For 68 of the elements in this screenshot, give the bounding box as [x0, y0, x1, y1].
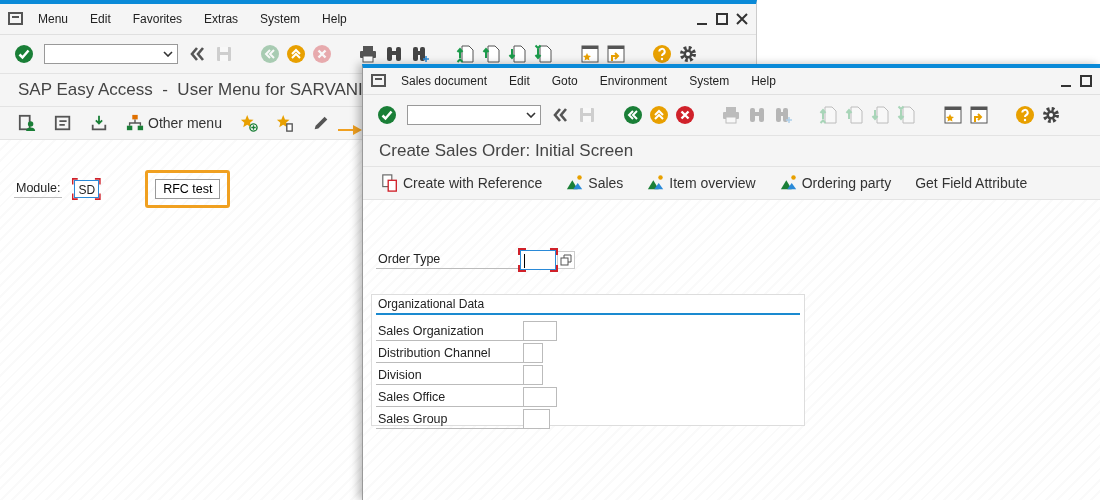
shortcut-icon[interactable] [969, 105, 989, 125]
menu-item[interactable]: Edit [509, 74, 530, 88]
toolbar-button[interactable]: Create with Reference [381, 174, 543, 192]
shortcut-icon[interactable] [606, 44, 626, 64]
input-field[interactable] [523, 321, 557, 341]
maximize-icon[interactable] [1080, 75, 1092, 87]
field-label: Module: [14, 180, 63, 198]
mountain-icon [566, 174, 585, 192]
menu-item[interactable]: Menu [38, 12, 69, 26]
page-next-icon[interactable] [508, 44, 528, 64]
menu-item[interactable]: Extras [204, 12, 239, 26]
help-icon[interactable] [1015, 105, 1035, 125]
menu-item[interactable]: System [260, 12, 301, 26]
star-delete-icon [275, 114, 294, 132]
menu-item[interactable]: Environment [599, 74, 668, 88]
page-last-icon[interactable] [534, 44, 554, 64]
check-icon[interactable] [14, 44, 34, 64]
menu-item[interactable]: Edit [90, 12, 111, 26]
sap-menu-icon [54, 114, 72, 132]
settings-icon[interactable] [1041, 105, 1061, 125]
input-field[interactable] [523, 343, 543, 363]
download-icon [90, 114, 108, 132]
user-menu-icon [18, 114, 36, 132]
toolbar-button[interactable]: Other menu [126, 114, 222, 132]
new-session-icon[interactable] [943, 105, 963, 125]
input-field[interactable] [523, 387, 557, 407]
toolbar-button[interactable]: Ordering party [779, 174, 892, 192]
command-field[interactable] [407, 105, 541, 125]
annotation-arrow [338, 125, 362, 135]
input-field[interactable]: SD [74, 180, 100, 198]
toolbar-button[interactable]: Item overview [647, 174, 756, 192]
input-field[interactable] [523, 365, 543, 385]
find-next-icon[interactable] [410, 44, 430, 64]
menu-icon[interactable] [371, 74, 387, 88]
input-field[interactable] [520, 250, 556, 270]
toolbar-button[interactable]: Sales [566, 174, 624, 192]
page-first-icon[interactable] [456, 44, 476, 64]
value-help-icon[interactable] [557, 251, 575, 269]
nav-up-icon[interactable] [649, 105, 669, 125]
mountain-icon [647, 174, 666, 192]
menu-item[interactable]: System [689, 74, 730, 88]
new-session-icon[interactable] [580, 44, 600, 64]
input-field[interactable] [523, 409, 550, 429]
help-icon[interactable] [652, 44, 672, 64]
maximize-icon[interactable] [716, 13, 728, 25]
menu-icon[interactable] [8, 12, 24, 26]
hierarchy-icon [126, 114, 144, 132]
document-icon [381, 174, 399, 192]
toolbar-button[interactable]: Get Field Attribute [915, 175, 1028, 191]
menu-item[interactable]: Goto [551, 74, 578, 88]
screen-title: Create Sales Order: Initial Screen [363, 136, 1100, 167]
print-icon[interactable] [358, 44, 378, 64]
page-prev-icon[interactable] [482, 44, 502, 64]
menu-item[interactable]: Favorites [132, 12, 183, 26]
mountain-icon [779, 174, 798, 192]
settings-icon[interactable] [678, 44, 698, 64]
cancel-icon[interactable] [675, 105, 695, 125]
check-icon[interactable] [377, 105, 397, 125]
command-field[interactable] [44, 44, 178, 64]
group-title: Organizational Data [376, 295, 800, 315]
menu-item[interactable]: Help [322, 12, 347, 26]
star-add-icon [239, 114, 258, 132]
close-icon[interactable] [736, 13, 748, 25]
menu-item[interactable]: Sales document [401, 74, 488, 88]
rfc-test-button[interactable]: RFC test [155, 179, 221, 199]
nav-up-icon[interactable] [286, 44, 306, 64]
find-icon[interactable] [384, 44, 404, 64]
nav-back-icon[interactable] [623, 105, 643, 125]
